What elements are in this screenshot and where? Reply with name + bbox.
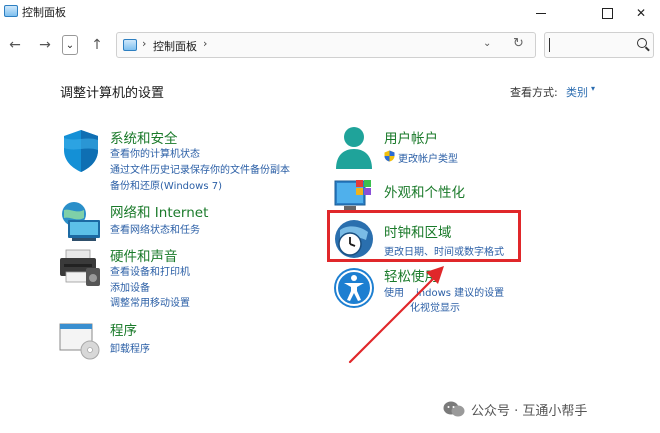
highlight-box bbox=[327, 210, 521, 262]
appearance-icon[interactable] bbox=[334, 178, 376, 214]
link-change-account-type[interactable]: 更改帐户类型 bbox=[398, 150, 458, 165]
search-input[interactable] bbox=[544, 32, 654, 58]
category-title-system-security[interactable]: 系统和安全 bbox=[110, 127, 178, 147]
window-title: 控制面板 bbox=[22, 6, 66, 19]
link-file-history-backup[interactable]: 通过文件历史记录保存你的文件备份副本 bbox=[110, 161, 290, 176]
link-add-device[interactable]: 添加设备 bbox=[110, 279, 150, 294]
control-panel-icon bbox=[4, 5, 18, 17]
minimize-button[interactable] bbox=[518, 0, 564, 26]
category-title-hardware-sound[interactable]: 硬件和声音 bbox=[110, 245, 178, 265]
watermark-text: 公众号 · 互通小帮手 bbox=[471, 403, 588, 419]
breadcrumb-separator[interactable]: › bbox=[142, 37, 146, 50]
page-title: 调整计算机的设置 bbox=[60, 86, 165, 101]
breadcrumb-separator[interactable]: › bbox=[203, 37, 207, 50]
shield-icon[interactable] bbox=[60, 128, 102, 174]
navigation-bar: ← → ⌄ ↑ › 控制面板 › ⌄ ↻ bbox=[0, 26, 660, 64]
printer-icon[interactable] bbox=[58, 248, 102, 288]
watermark: 公众号 · 互通小帮手 bbox=[443, 398, 587, 420]
link-uninstall-program[interactable]: 卸载程序 bbox=[110, 340, 150, 355]
forward-button[interactable]: → bbox=[36, 36, 54, 54]
up-button[interactable]: ↑ bbox=[88, 36, 106, 54]
back-button[interactable]: ← bbox=[6, 36, 24, 54]
category-title-network[interactable]: 网络和 Internet bbox=[110, 201, 208, 221]
link-backup-restore[interactable]: 备份和还原(Windows 7) bbox=[110, 177, 222, 192]
link-network-status[interactable]: 查看网络状态和任务 bbox=[110, 221, 200, 236]
close-button[interactable]: ✕ bbox=[618, 0, 660, 26]
user-icon[interactable] bbox=[334, 125, 374, 171]
title-bar: 控制面板 ✕ bbox=[0, 0, 660, 26]
recent-locations-button[interactable]: ⌄ bbox=[62, 35, 78, 55]
link-devices-printers[interactable]: 查看设备和打印机 bbox=[110, 263, 190, 278]
uac-shield-icon bbox=[384, 150, 395, 162]
network-icon[interactable] bbox=[58, 200, 102, 242]
control-panel-icon bbox=[123, 39, 137, 51]
annotation-arrow bbox=[348, 266, 444, 364]
link-mobility-settings[interactable]: 调整常用移动设置 bbox=[110, 294, 190, 309]
chevron-down-icon[interactable]: ⌄ bbox=[483, 38, 491, 49]
view-by-label: 查看方式: bbox=[510, 86, 558, 99]
link-view-computer-status[interactable]: 查看你的计算机状态 bbox=[110, 145, 200, 160]
wechat-icon bbox=[443, 401, 465, 417]
refresh-icon[interactable]: ↻ bbox=[513, 36, 524, 51]
category-title-user-accounts[interactable]: 用户帐户 bbox=[384, 127, 438, 147]
text-caret bbox=[549, 38, 550, 52]
chevron-down-icon[interactable]: ▾ bbox=[591, 84, 595, 93]
search-icon[interactable] bbox=[637, 38, 647, 48]
view-by-dropdown[interactable]: 类别 bbox=[566, 84, 588, 100]
category-title-programs[interactable]: 程序 bbox=[110, 319, 137, 339]
breadcrumb-control-panel[interactable]: 控制面板 bbox=[153, 38, 197, 54]
category-title-appearance[interactable]: 外观和个性化 bbox=[384, 181, 465, 201]
programs-icon[interactable] bbox=[58, 320, 102, 360]
address-bar[interactable]: › 控制面板 › ⌄ ↻ bbox=[116, 32, 536, 58]
